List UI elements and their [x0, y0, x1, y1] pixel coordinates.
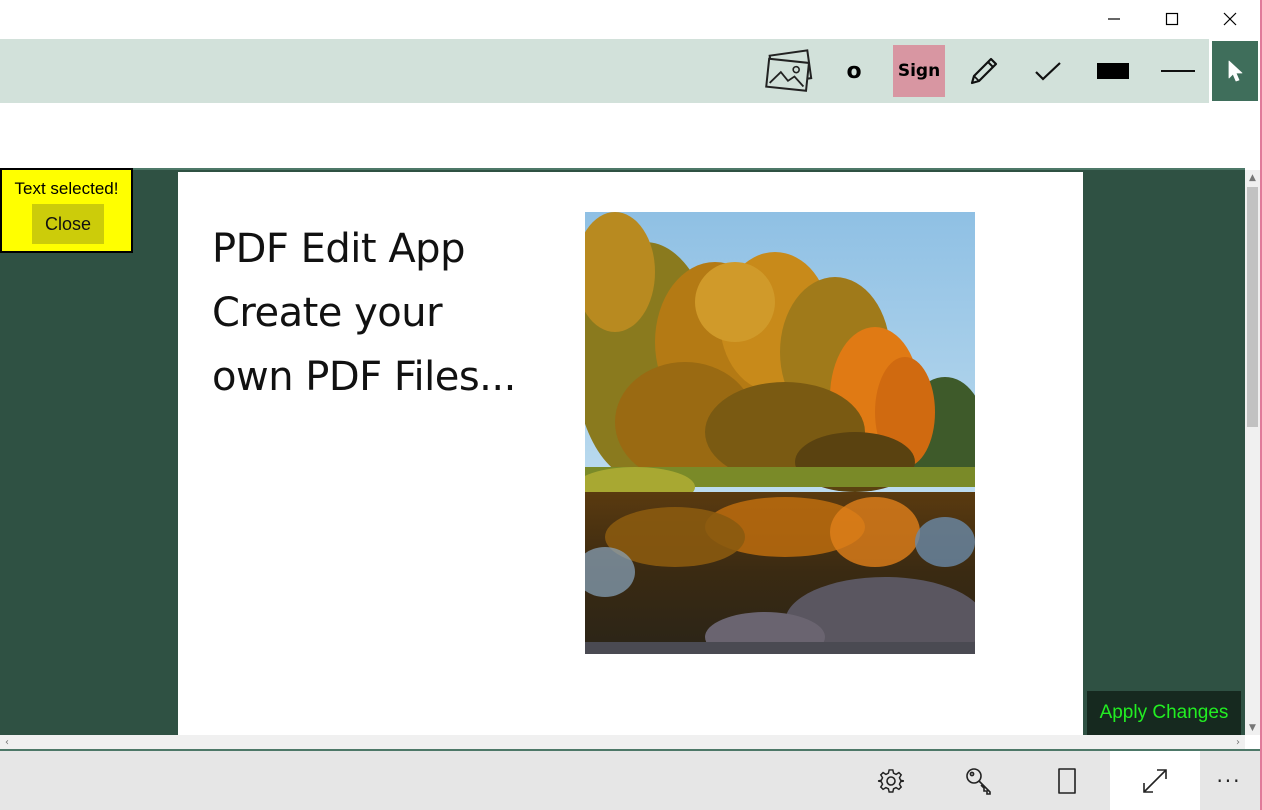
- page-image[interactable]: [585, 212, 975, 654]
- page-text-line: Create your: [212, 290, 443, 336]
- apply-changes-button[interactable]: Apply Changes: [1087, 691, 1241, 735]
- maximize-icon: [1165, 12, 1179, 26]
- sign-button[interactable]: Sign: [893, 45, 945, 97]
- image-icon: [765, 49, 813, 92]
- maximize-button[interactable]: [1143, 0, 1201, 38]
- close-icon: [1223, 12, 1237, 26]
- pdf-page[interactable]: PDF Edit App Create your own PDF Files..…: [178, 172, 1083, 737]
- checkmark-icon: [1035, 62, 1061, 81]
- pen-tool-button[interactable]: [960, 45, 1008, 97]
- horizontal-scrollbar[interactable]: ‹ ›: [0, 735, 1245, 749]
- line-tool-button[interactable]: [1155, 45, 1201, 97]
- vertical-scroll-thumb[interactable]: [1247, 187, 1258, 427]
- insert-image-button[interactable]: [760, 45, 820, 97]
- page-text-line: PDF Edit App: [212, 226, 465, 272]
- settings-icon: [877, 768, 905, 793]
- tool-bar: o Sign: [0, 39, 1209, 103]
- minimize-button[interactable]: [1085, 0, 1143, 38]
- pencil-icon: [970, 57, 998, 85]
- minimize-icon: [1108, 18, 1120, 20]
- page-text-block[interactable]: PDF Edit App Create your own PDF Files..…: [212, 217, 592, 409]
- line-icon: [1161, 70, 1195, 72]
- key-icon: [966, 767, 991, 795]
- pointer-tool-button[interactable]: [1212, 41, 1258, 101]
- autumn-lake-photo: [585, 212, 975, 654]
- page-icon: [1058, 767, 1076, 794]
- document-workspace[interactable]: PDF Edit App Create your own PDF Files..…: [0, 168, 1245, 737]
- bottom-command-bar: ···: [0, 751, 1260, 810]
- app-window: o Sign PDF Edit App Create your own PDF …: [0, 0, 1262, 810]
- notification-text: Text selected!: [14, 179, 119, 198]
- check-tool-button[interactable]: [1025, 45, 1071, 97]
- scroll-left-arrow-icon[interactable]: ‹: [0, 735, 14, 749]
- page-text-line: own PDF Files...: [212, 354, 516, 400]
- circle-tool-button[interactable]: o: [835, 45, 873, 97]
- close-window-button[interactable]: [1201, 0, 1259, 38]
- filled-rectangle-icon: [1097, 63, 1129, 79]
- vertical-scrollbar[interactable]: ▲ ▼: [1245, 170, 1260, 735]
- settings-button[interactable]: [856, 751, 926, 810]
- scroll-up-arrow-icon[interactable]: ▲: [1245, 170, 1260, 185]
- notification-close-button[interactable]: Close: [32, 204, 104, 244]
- page-button[interactable]: [1032, 751, 1102, 810]
- more-options-button[interactable]: ···: [1200, 751, 1258, 810]
- password-button[interactable]: [944, 751, 1014, 810]
- selection-notification: Text selected! Close: [0, 168, 133, 253]
- scroll-down-arrow-icon[interactable]: ▼: [1245, 720, 1260, 735]
- pointer-icon: [1228, 60, 1243, 82]
- fullscreen-icon: [1143, 768, 1167, 793]
- title-bar: [0, 0, 1260, 38]
- rectangle-tool-button[interactable]: [1090, 45, 1136, 97]
- fullscreen-button[interactable]: [1110, 751, 1200, 810]
- scroll-right-arrow-icon[interactable]: ›: [1231, 735, 1245, 749]
